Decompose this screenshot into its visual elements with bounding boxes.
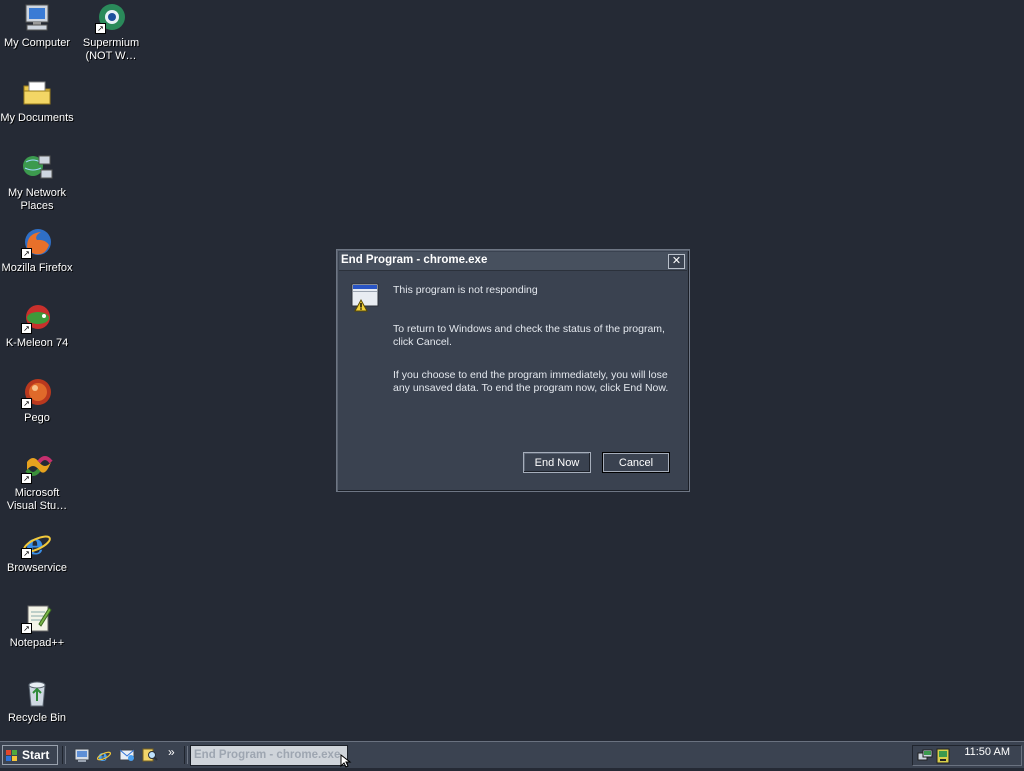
desktop-icon-my-network-places[interactable]: My Network Places — [0, 152, 74, 213]
desktop-icon-label: My Network Places — [7, 187, 67, 212]
warning-window-icon — [349, 282, 379, 312]
desktop-icon-supermium[interactable]: ↗ Supermium (NOT W… — [74, 2, 148, 63]
shortcut-arrow-icon: ↗ — [21, 473, 32, 484]
outlook-icon[interactable] — [119, 747, 135, 763]
taskbar-separator — [62, 746, 66, 764]
shortcut-arrow-icon: ↗ — [21, 548, 32, 559]
end-program-dialog: End Program - chrome.exe ✕ This program … — [336, 249, 690, 492]
desktop-icon-label: Pego — [24, 412, 50, 424]
network-icon — [21, 152, 53, 184]
svg-text:e: e — [98, 747, 108, 763]
windows-logo-icon — [6, 749, 18, 761]
end-now-warning-message: If you choose to end the program immedia… — [393, 369, 669, 394]
desktop-icon-browservice[interactable]: e ↗ Browservice — [0, 527, 74, 575]
show-desktop-icon[interactable] — [74, 747, 90, 763]
start-button[interactable]: Start — [2, 745, 58, 765]
shortcut-arrow-icon: ↗ — [21, 623, 32, 634]
return-to-windows-message: To return to Windows and check the statu… — [393, 323, 665, 348]
desktop-icon-label: My Computer — [3, 37, 71, 49]
taskbar-button-end-program[interactable]: End Program - chrome.exe — [190, 745, 348, 766]
desktop-icon-my-documents[interactable]: My Documents — [0, 77, 74, 125]
clock[interactable]: 11:50 AM — [964, 746, 1010, 758]
end-now-button[interactable]: End Now — [523, 452, 591, 473]
ie-icon: e ↗ — [21, 527, 53, 561]
cancel-button[interactable]: Cancel — [602, 452, 670, 473]
start-label: Start — [22, 748, 50, 762]
dialog-titlebar[interactable]: End Program - chrome.exe ✕ — [339, 252, 687, 271]
desktop-icon-mozilla-firefox[interactable]: ↗ Mozilla Firefox — [0, 227, 74, 275]
search-icon[interactable] — [142, 747, 158, 763]
taskbar-separator — [184, 746, 188, 764]
desktop-icon-label: Browservice — [7, 562, 67, 574]
supermium-icon: ↗ — [95, 2, 127, 34]
desktop-icon-label: Supermium (NOT W… — [82, 37, 140, 62]
not-responding-message: This program is not responding — [393, 284, 538, 296]
computer-icon — [21, 2, 53, 34]
dialog-title: End Program - chrome.exe — [341, 254, 488, 266]
desktop-icon-label: K-Meleon 74 — [5, 337, 69, 349]
notepad-icon: ↗ — [21, 602, 53, 634]
shortcut-arrow-icon: ↗ — [21, 248, 32, 259]
taskbar: Start e » End Program - chrome.exe 11:50… — [0, 741, 1024, 768]
desktop-icon-recycle-bin[interactable]: Recycle Bin — [0, 677, 74, 725]
folder-icon — [21, 77, 53, 109]
recycle-bin-icon — [21, 677, 53, 709]
desktop-icon-k-meleon[interactable]: ↗ K-Meleon 74 — [0, 302, 74, 350]
visual-studio-icon: ↗ — [21, 452, 53, 484]
shortcut-arrow-icon: ↗ — [95, 23, 106, 34]
desktop-icon-label: Recycle Bin — [7, 712, 67, 724]
desktop-icon-notepad-plus-plus[interactable]: ↗ Notepad++ — [0, 602, 74, 650]
network-tray-icon[interactable] — [917, 748, 933, 764]
quick-launch-chevron-icon[interactable]: » — [168, 745, 175, 759]
close-icon: ✕ — [671, 255, 682, 267]
desktop-icon-label: Mozilla Firefox — [1, 262, 73, 274]
desktop-icon-pego[interactable]: ↗ Pego — [0, 377, 74, 425]
desktop-icon-label: Notepad++ — [9, 637, 65, 649]
volume-tray-icon[interactable] — [935, 748, 951, 764]
desktop-icon-my-computer[interactable]: My Computer — [0, 2, 74, 50]
mouse-cursor-icon — [340, 753, 352, 768]
pego-icon: ↗ — [21, 377, 53, 409]
shortcut-arrow-icon: ↗ — [21, 323, 32, 334]
shortcut-arrow-icon: ↗ — [21, 398, 32, 409]
ie-icon[interactable]: e — [96, 747, 112, 765]
firefox-icon: ↗ — [21, 227, 53, 259]
desktop-icon-label: Microsoft Visual Stu… — [6, 487, 68, 512]
close-button[interactable]: ✕ — [668, 254, 685, 269]
desktop-icon-label: My Documents — [0, 112, 74, 124]
desktop-icon-visual-studio[interactable]: ↗ Microsoft Visual Stu… — [0, 452, 74, 513]
kmeleon-icon: ↗ — [21, 302, 53, 334]
